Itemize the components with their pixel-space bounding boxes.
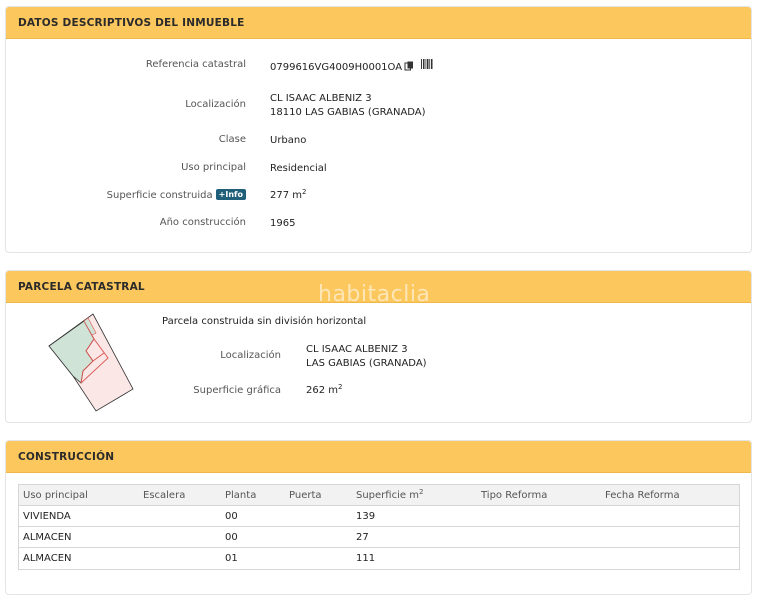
superficie-label: Superficie construida	[106, 190, 213, 201]
copy-icon[interactable]	[404, 61, 414, 71]
header-superficie: Superficie m	[356, 490, 419, 501]
table-row: ALMACEN 00 27	[19, 527, 739, 548]
barcode-icon[interactable]	[421, 59, 433, 69]
header-superficie-exponent: 2	[418, 488, 424, 496]
uso-value: Residencial	[270, 163, 327, 174]
loc-line1: CL ISAAC ALBENIZ 3	[270, 93, 372, 104]
parcel-sup-label: Superficie gráfica	[193, 385, 281, 396]
superficie-value: 277 m	[270, 190, 303, 201]
superficie-value-wrap: 277 m2	[270, 189, 306, 203]
header-uso: Uso principal	[23, 490, 88, 501]
loc-line2: 18110 LAS GABIAS (GRANADA)	[270, 107, 426, 118]
header-fecha: Fecha Reforma	[605, 490, 680, 501]
cell-uso: VIVIENDA	[23, 511, 71, 522]
cell-planta: 00	[225, 532, 238, 543]
descriptive-data-panel: DATOS DESCRIPTIVOS DEL INMUEBLE Referenc…	[5, 6, 752, 253]
superficie-exponent: 2	[302, 188, 307, 196]
cell-planta: 01	[225, 553, 238, 564]
header-planta: Planta	[225, 490, 257, 501]
cell-planta: 00	[225, 511, 238, 522]
clase-value: Urbano	[270, 135, 307, 146]
cell-superficie: 111	[356, 553, 376, 564]
parcel-map-thumbnail[interactable]	[46, 311, 138, 413]
anio-value: 1965	[270, 218, 296, 229]
cell-superficie: 139	[356, 511, 376, 522]
ref-label: Referencia catastral	[145, 59, 246, 70]
anio-label: Año construcción	[159, 217, 246, 228]
parcel-subtitle: Parcela construida sin división horizont…	[162, 316, 367, 327]
info-button[interactable]: +Info	[215, 189, 246, 200]
table-header-row: Uso principal Escalera Planta Puerta Sup…	[19, 485, 739, 506]
construction-panel: CONSTRUCCIÓN Uso principal Escalera Plan…	[5, 440, 752, 595]
header-puerta: Puerta	[289, 490, 322, 501]
ref-value-wrap: 0799616VG4009H0001OA	[270, 61, 414, 75]
superficie-label-wrap: Superficie construida +Info	[107, 189, 246, 201]
cell-uso: ALMACEN	[23, 553, 72, 564]
clase-label: Clase	[218, 134, 246, 145]
panel-title: DATOS DESCRIPTIVOS DEL INMUEBLE	[18, 16, 245, 29]
parcel-sup-value: 262 m	[306, 385, 339, 396]
parcel-sup-value-wrap: 262 m2	[306, 384, 342, 398]
cell-superficie: 27	[356, 532, 369, 543]
table-row: ALMACEN 01 111	[19, 548, 739, 569]
watermark-logo: habitaclia	[318, 282, 431, 307]
parcel-loc-line1: CL ISAAC ALBENIZ 3	[306, 344, 408, 355]
uso-label: Uso principal	[181, 162, 246, 173]
header-escalera: Escalera	[143, 490, 186, 501]
loc-value: CL ISAAC ALBENIZ 3 18110 LAS GABIAS (GRA…	[270, 92, 426, 120]
cell-uso: ALMACEN	[23, 532, 72, 543]
parcel-loc-label: Localización	[220, 350, 281, 361]
parcel-panel: PARCELA CATASTRAL habitaclia Parcela con…	[5, 270, 752, 423]
construction-table: Uso principal Escalera Planta Puerta Sup…	[18, 484, 740, 570]
panel-title: PARCELA CATASTRAL	[18, 280, 145, 293]
table-row: VIVIENDA 00 139	[19, 506, 739, 527]
panel-header: DATOS DESCRIPTIVOS DEL INMUEBLE	[6, 7, 751, 39]
parcel-loc-line2: LAS GABIAS (GRANADA)	[306, 358, 427, 369]
header-superficie-wrap: Superficie m2	[356, 488, 424, 502]
parcel-loc-value: CL ISAAC ALBENIZ 3 LAS GABIAS (GRANADA)	[306, 343, 427, 371]
panel-title: CONSTRUCCIÓN	[18, 450, 115, 463]
header-tipo: Tipo Reforma	[481, 490, 548, 501]
panel-header: CONSTRUCCIÓN	[6, 441, 751, 473]
ref-value: 0799616VG4009H0001OA	[270, 62, 403, 73]
loc-label: Localización	[185, 99, 246, 110]
parcel-sup-exponent: 2	[338, 383, 343, 391]
